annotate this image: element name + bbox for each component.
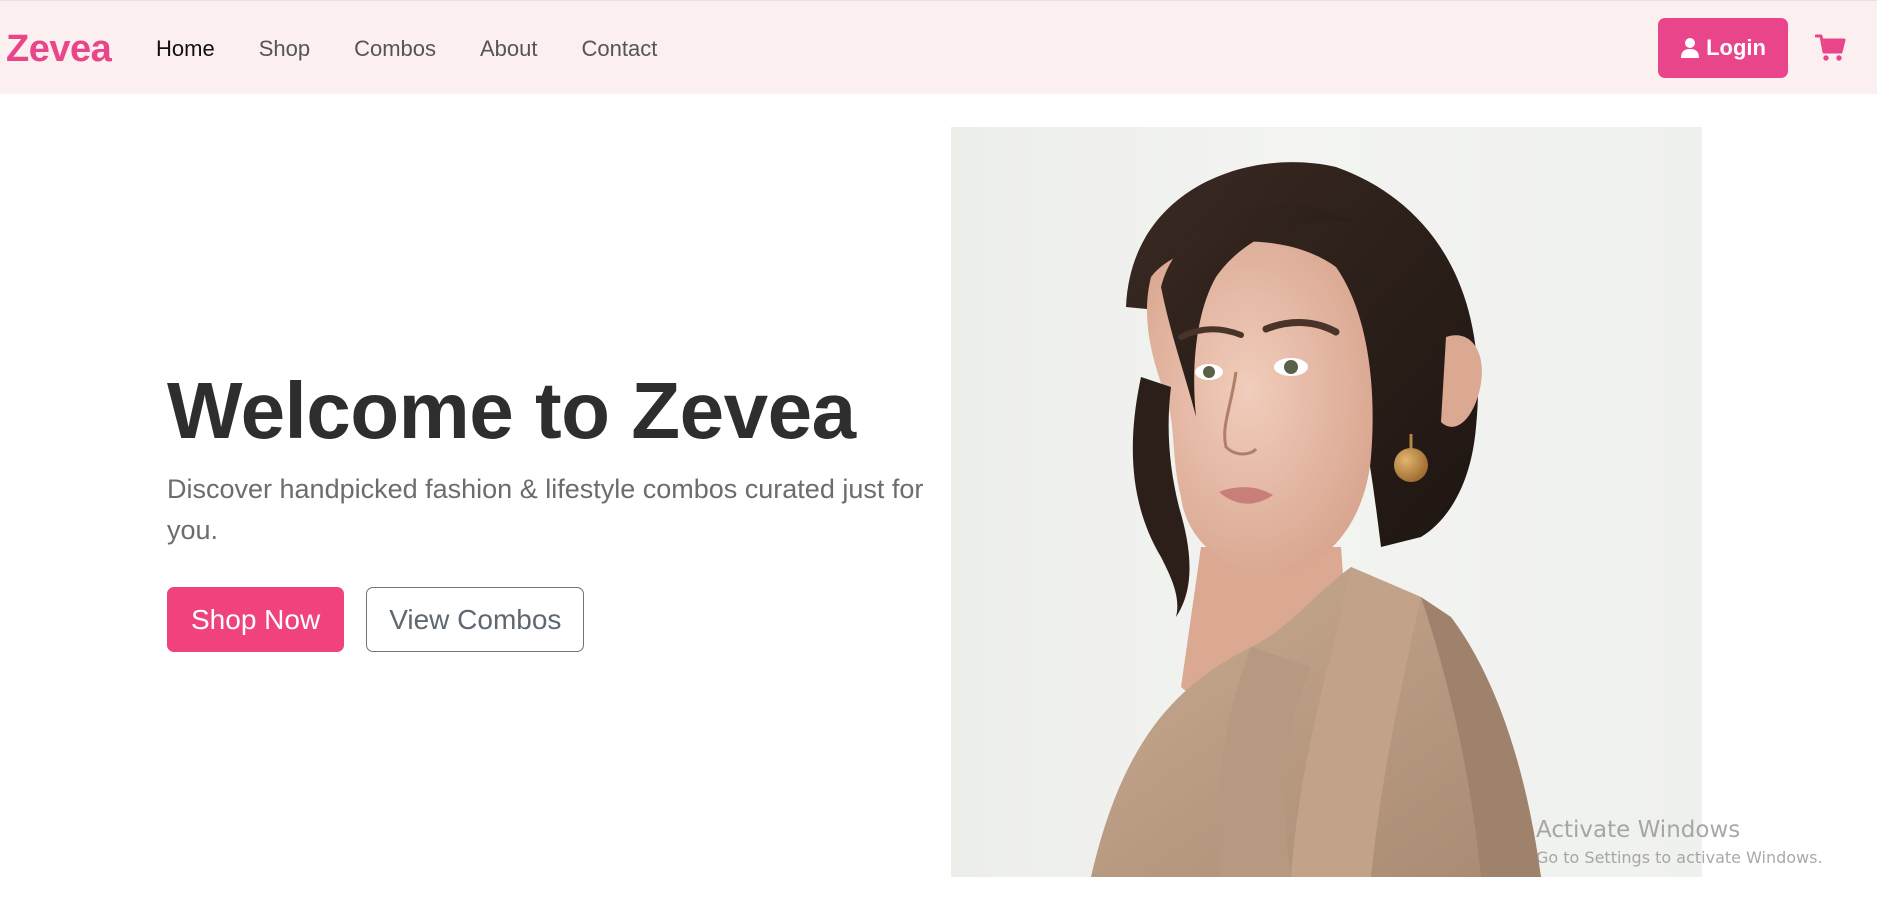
view-combos-button[interactable]: View Combos <box>366 587 585 652</box>
activate-windows-watermark: Activate Windows Go to Settings to activ… <box>1536 815 1823 869</box>
nav-link-contact[interactable]: Contact <box>582 31 658 67</box>
watermark-title: Activate Windows <box>1536 817 1741 843</box>
hero-buttons: Shop Now View Combos <box>167 587 947 652</box>
login-label: Login <box>1706 35 1766 60</box>
hero-image <box>951 127 1702 877</box>
model-portrait-illustration <box>1091 162 1541 877</box>
hero-subtitle: Discover handpicked fashion & lifestyle … <box>167 474 924 545</box>
watermark-subtitle: Go to Settings to activate Windows. <box>1536 848 1823 867</box>
brand-logo[interactable]: Zevea <box>6 25 112 73</box>
shop-now-button[interactable]: Shop Now <box>167 587 345 652</box>
hero-section: Welcome to Zevea Discover handpicked fas… <box>167 365 947 652</box>
navbar: Zevea Home Shop Combos About Contact Log… <box>0 0 1877 94</box>
shopping-cart-icon[interactable] <box>1815 31 1847 63</box>
user-icon <box>1681 38 1700 58</box>
nav-link-home[interactable]: Home <box>156 31 215 67</box>
nav-link-about[interactable]: About <box>480 31 538 67</box>
nav-link-combos[interactable]: Combos <box>354 31 436 67</box>
login-button[interactable]: Login <box>1658 18 1788 78</box>
nav-link-shop[interactable]: Shop <box>259 31 310 67</box>
hero-title: Welcome to Zevea <box>167 366 856 455</box>
nav-links: Home Shop Combos About Contact <box>156 31 701 67</box>
